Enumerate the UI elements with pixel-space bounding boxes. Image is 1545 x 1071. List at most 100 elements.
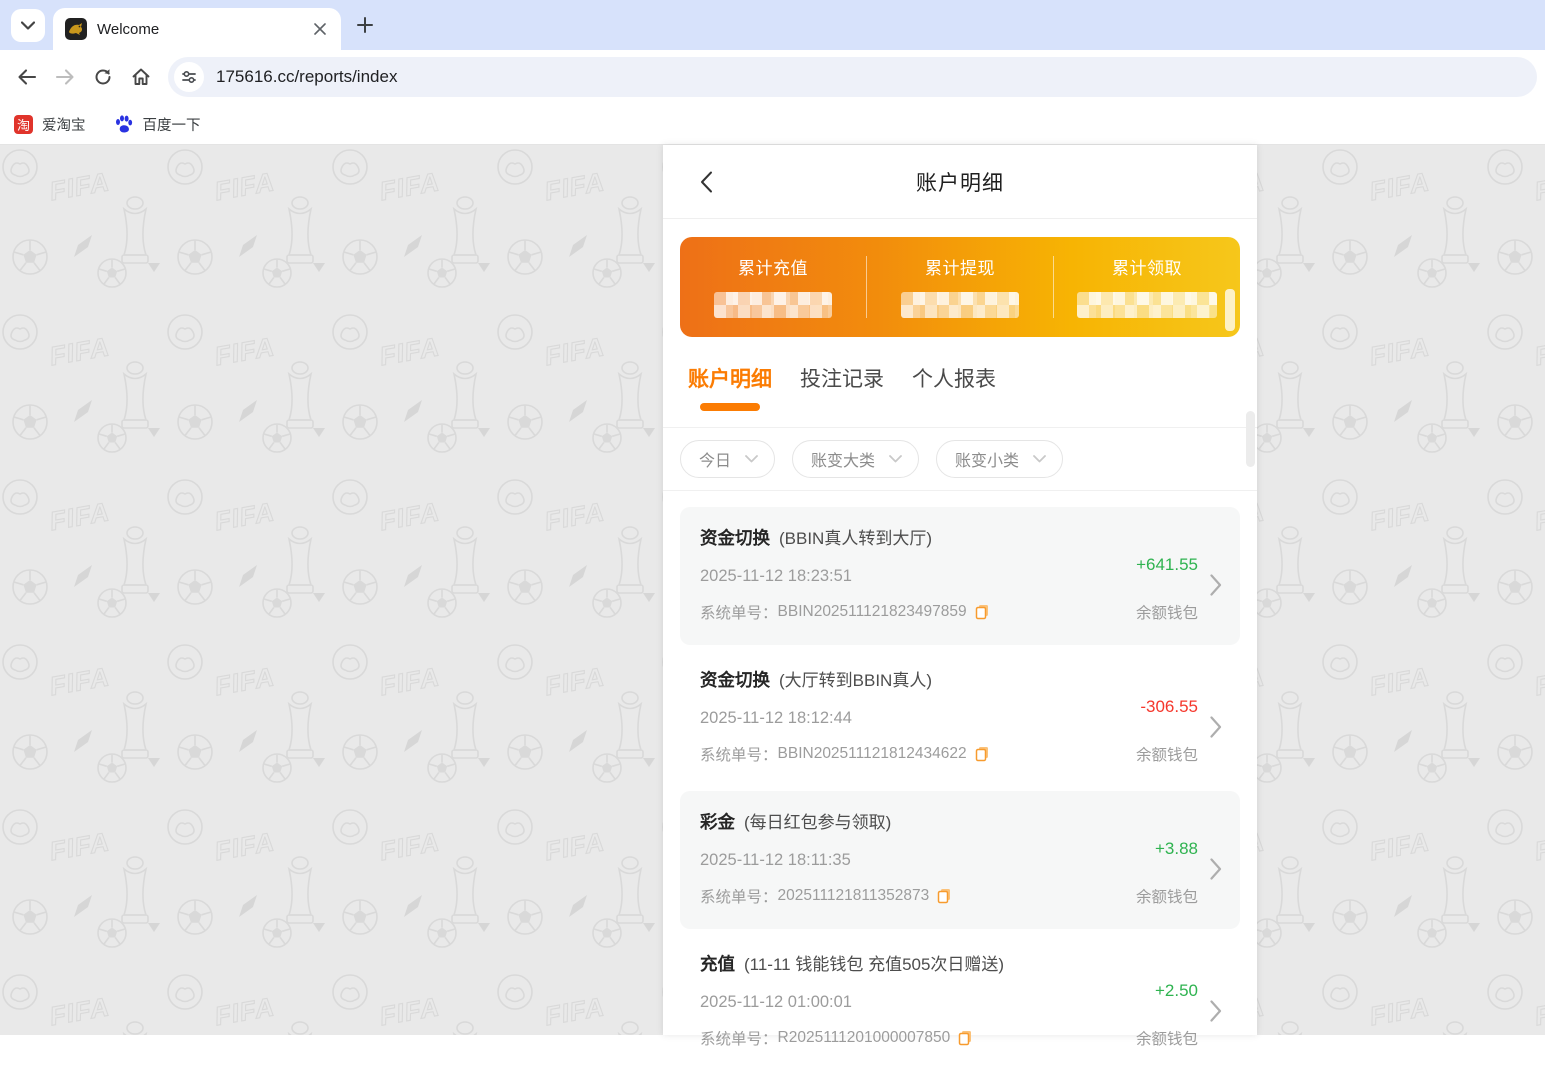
page-back-button[interactable]	[693, 169, 719, 195]
tab-close-button[interactable]	[311, 20, 329, 38]
copy-icon[interactable]	[975, 746, 990, 762]
chevron-right-icon	[1210, 716, 1222, 738]
transaction-type: 资金切换	[700, 525, 770, 550]
chevron-right-icon	[1210, 1000, 1222, 1022]
report-tabs: 账户明细 投注记录 个人报表	[663, 337, 1257, 428]
chevron-down-icon	[889, 455, 902, 463]
transaction-type: 充值	[700, 951, 735, 976]
order-label: 系统单号：	[700, 1027, 778, 1049]
tab-label: 投注记录	[800, 368, 884, 391]
transaction-amount: +3.88	[1072, 839, 1198, 859]
account-detail-panel: 账户明细 累计充值 累计提现 累计领取 账户明细	[663, 145, 1257, 1035]
transaction-row[interactable]: 资金切换 (大厅转到BBIN真人) 2025-11-12 18:12:44 系统…	[680, 649, 1240, 787]
transaction-info: 资金切换 (BBIN真人转到大厅) 2025-11-12 18:23:51 系统…	[700, 524, 1072, 645]
transaction-time: 2025-11-12 18:12:44	[700, 709, 1072, 728]
stat-total-claimed: 累计领取	[1054, 237, 1240, 337]
transaction-desc: (每日红包参与领取)	[744, 808, 891, 833]
chevron-down-icon	[21, 21, 35, 30]
wallet-label: 余额钱包	[1072, 601, 1198, 623]
bookmark-baidu[interactable]: 百度一下	[114, 114, 201, 135]
browser-tab-welcome[interactable]: Welcome	[53, 8, 341, 50]
transaction-amount: +2.50	[1072, 981, 1198, 1001]
filter-date-dropdown[interactable]: 今日	[680, 440, 775, 478]
transaction-type: 彩金	[700, 809, 735, 834]
chevron-down-icon	[745, 455, 758, 463]
stat-label: 累计提现	[925, 254, 995, 279]
wallet-label: 余额钱包	[1072, 743, 1198, 765]
tab-title: Welcome	[97, 21, 311, 38]
home-button[interactable]	[122, 58, 160, 96]
filters-row: 今日 账变大类 账变小类	[663, 428, 1257, 491]
transaction-amount-block: -306.55 余额钱包	[1072, 666, 1222, 787]
order-label: 系统单号：	[700, 743, 778, 765]
active-tab-underline	[700, 403, 760, 411]
transaction-desc: (大厅转到BBIN真人)	[779, 666, 932, 691]
page-content: FIFA	[0, 145, 1545, 1035]
bookmark-label: 百度一下	[143, 114, 201, 135]
page-title: 账户明细	[916, 167, 1004, 197]
transaction-time: 2025-11-12 01:00:01	[700, 993, 1072, 1012]
tab-account-detail[interactable]: 账户明细	[688, 363, 772, 409]
transaction-amount-block: +3.88 余额钱包	[1072, 808, 1222, 929]
transaction-info: 资金切换 (大厅转到BBIN真人) 2025-11-12 18:12:44 系统…	[700, 666, 1072, 787]
gold-dragon-icon	[68, 22, 84, 36]
tab-search-button[interactable]	[11, 9, 45, 42]
chevron-right-icon	[1210, 574, 1222, 596]
filter-label: 账变大类	[811, 447, 875, 471]
masked-value	[714, 292, 832, 318]
order-number: BBIN202511121823497859	[778, 603, 967, 621]
wallet-label: 余额钱包	[1072, 885, 1198, 907]
back-arrow-icon	[17, 68, 37, 86]
transaction-list: 资金切换 (BBIN真人转到大厅) 2025-11-12 18:23:51 系统…	[663, 491, 1257, 1071]
transaction-time: 2025-11-12 18:23:51	[700, 567, 1072, 586]
new-tab-button[interactable]	[352, 12, 378, 38]
forward-button[interactable]	[46, 58, 84, 96]
close-icon	[314, 23, 326, 35]
copy-icon[interactable]	[958, 1030, 973, 1046]
transaction-row[interactable]: 充值 (11-11 钱能钱包 充值505次日赠送) 2025-11-12 01:…	[680, 933, 1240, 1071]
chevron-left-icon	[700, 171, 713, 193]
chevron-right-icon	[1210, 858, 1222, 880]
transaction-info: 彩金 (每日红包参与领取) 2025-11-12 18:11:35 系统单号： …	[700, 808, 1072, 929]
bookmarks-bar: 淘 爱淘宝 百度一下	[0, 104, 1545, 145]
panel-header: 账户明细	[663, 145, 1257, 219]
transaction-row[interactable]: 彩金 (每日红包参与领取) 2025-11-12 18:11:35 系统单号： …	[680, 791, 1240, 929]
transaction-info: 充值 (11-11 钱能钱包 充值505次日赠送) 2025-11-12 01:…	[700, 950, 1072, 1071]
stat-label: 累计充值	[738, 254, 808, 279]
reload-button[interactable]	[84, 58, 122, 96]
order-number: BBIN202511121812434622	[778, 745, 967, 763]
order-label: 系统单号：	[700, 601, 778, 623]
browser-toolbar: 175616.cc/reports/index	[0, 50, 1545, 104]
copy-icon[interactable]	[975, 604, 990, 620]
filter-minor-category-dropdown[interactable]: 账变小类	[936, 440, 1063, 478]
filter-label: 今日	[699, 447, 731, 471]
transaction-amount: -306.55	[1072, 697, 1198, 717]
chevron-down-icon	[1033, 455, 1046, 463]
transaction-desc: (11-11 钱能钱包 充值505次日赠送)	[744, 950, 1004, 975]
bookmark-taobao[interactable]: 淘 爱淘宝	[14, 114, 86, 135]
copy-icon[interactable]	[937, 888, 952, 904]
masked-value	[901, 292, 1019, 318]
stat-total-deposit: 累计充值	[680, 237, 866, 337]
back-button[interactable]	[8, 58, 46, 96]
totals-card[interactable]: 累计充值 累计提现 累计领取	[680, 237, 1240, 337]
next-stat-peek	[1225, 289, 1235, 331]
baidu-paw-icon	[114, 114, 134, 134]
url-text: 175616.cc/reports/index	[216, 67, 397, 87]
forward-arrow-icon	[55, 68, 75, 86]
order-label: 系统单号：	[700, 885, 778, 907]
order-number: R2025111201000007850	[778, 1029, 951, 1047]
transaction-row[interactable]: 资金切换 (BBIN真人转到大厅) 2025-11-12 18:23:51 系统…	[680, 507, 1240, 645]
url-bar[interactable]: 175616.cc/reports/index	[168, 57, 1537, 97]
tab-bet-records[interactable]: 投注记录	[800, 363, 884, 409]
taobao-icon: 淘	[14, 115, 33, 134]
filter-major-category-dropdown[interactable]: 账变大类	[792, 440, 919, 478]
order-number: 202511121811352873	[778, 887, 930, 905]
transaction-desc: (BBIN真人转到大厅)	[779, 524, 932, 549]
site-settings-button[interactable]	[174, 62, 204, 92]
bookmark-label: 爱淘宝	[42, 114, 86, 135]
wallet-label: 余额钱包	[1072, 1027, 1198, 1049]
home-icon	[131, 67, 151, 87]
transaction-type: 资金切换	[700, 667, 770, 692]
tab-personal-report[interactable]: 个人报表	[912, 363, 996, 409]
